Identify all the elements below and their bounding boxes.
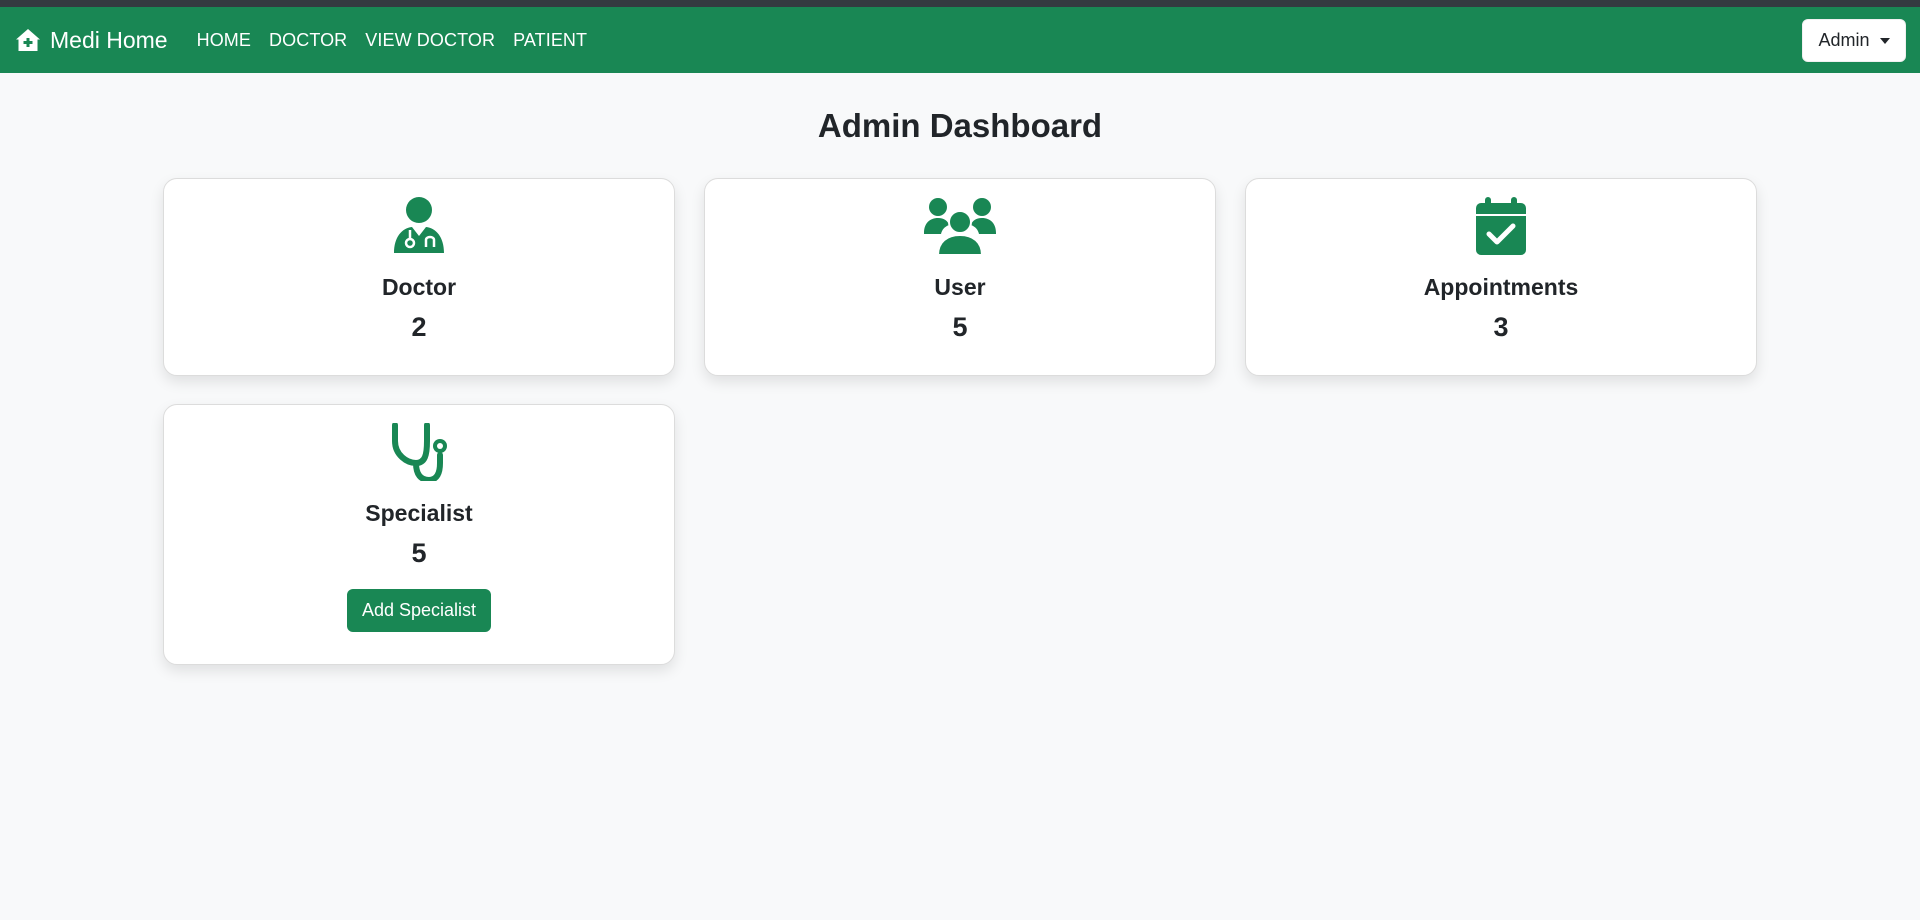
navbar: Medi Home HOME DOCTOR VIEW DOCTOR PATIEN… — [0, 7, 1920, 73]
nav-home[interactable]: HOME — [188, 22, 260, 59]
house-medical-icon — [16, 29, 40, 51]
specialist-card-title: Specialist — [365, 500, 473, 526]
browser-top-strip — [0, 0, 1920, 7]
appointments-card[interactable]: Appointments 3 — [1245, 178, 1757, 376]
doctor-count: 2 — [411, 312, 427, 342]
calendar-check-icon — [1476, 197, 1526, 255]
brand-name: Medi Home — [50, 26, 168, 53]
specialist-card[interactable]: Specialist 5 Add Specialist — [163, 404, 675, 665]
nav-view-doctor[interactable]: VIEW DOCTOR — [356, 22, 504, 59]
doctor-icon — [394, 197, 444, 253]
appointments-card-title: Appointments — [1423, 274, 1579, 300]
admin-dropdown-button[interactable]: Admin — [1802, 19, 1906, 62]
brand-link[interactable]: Medi Home — [15, 27, 168, 54]
nav-links: HOME DOCTOR VIEW DOCTOR PATIENT — [188, 22, 597, 59]
doctor-card-title: Doctor — [381, 274, 457, 300]
add-specialist-button[interactable]: Add Specialist — [346, 589, 492, 632]
page-title: Admin Dashboard — [817, 107, 1103, 144]
appointments-count: 3 — [1493, 312, 1509, 342]
caret-down-icon — [1879, 37, 1890, 44]
user-card[interactable]: User 5 — [704, 178, 1216, 376]
user-card-title: User — [934, 274, 986, 300]
specialist-count: 5 — [411, 538, 427, 568]
doctor-card[interactable]: Doctor 2 — [163, 178, 675, 376]
users-icon — [924, 198, 996, 255]
admin-label: Admin — [1818, 30, 1870, 50]
stethoscope-icon — [392, 423, 447, 481]
nav-patient[interactable]: PATIENT — [504, 22, 596, 59]
user-count: 5 — [952, 312, 968, 342]
nav-doctor[interactable]: DOCTOR — [260, 22, 356, 59]
